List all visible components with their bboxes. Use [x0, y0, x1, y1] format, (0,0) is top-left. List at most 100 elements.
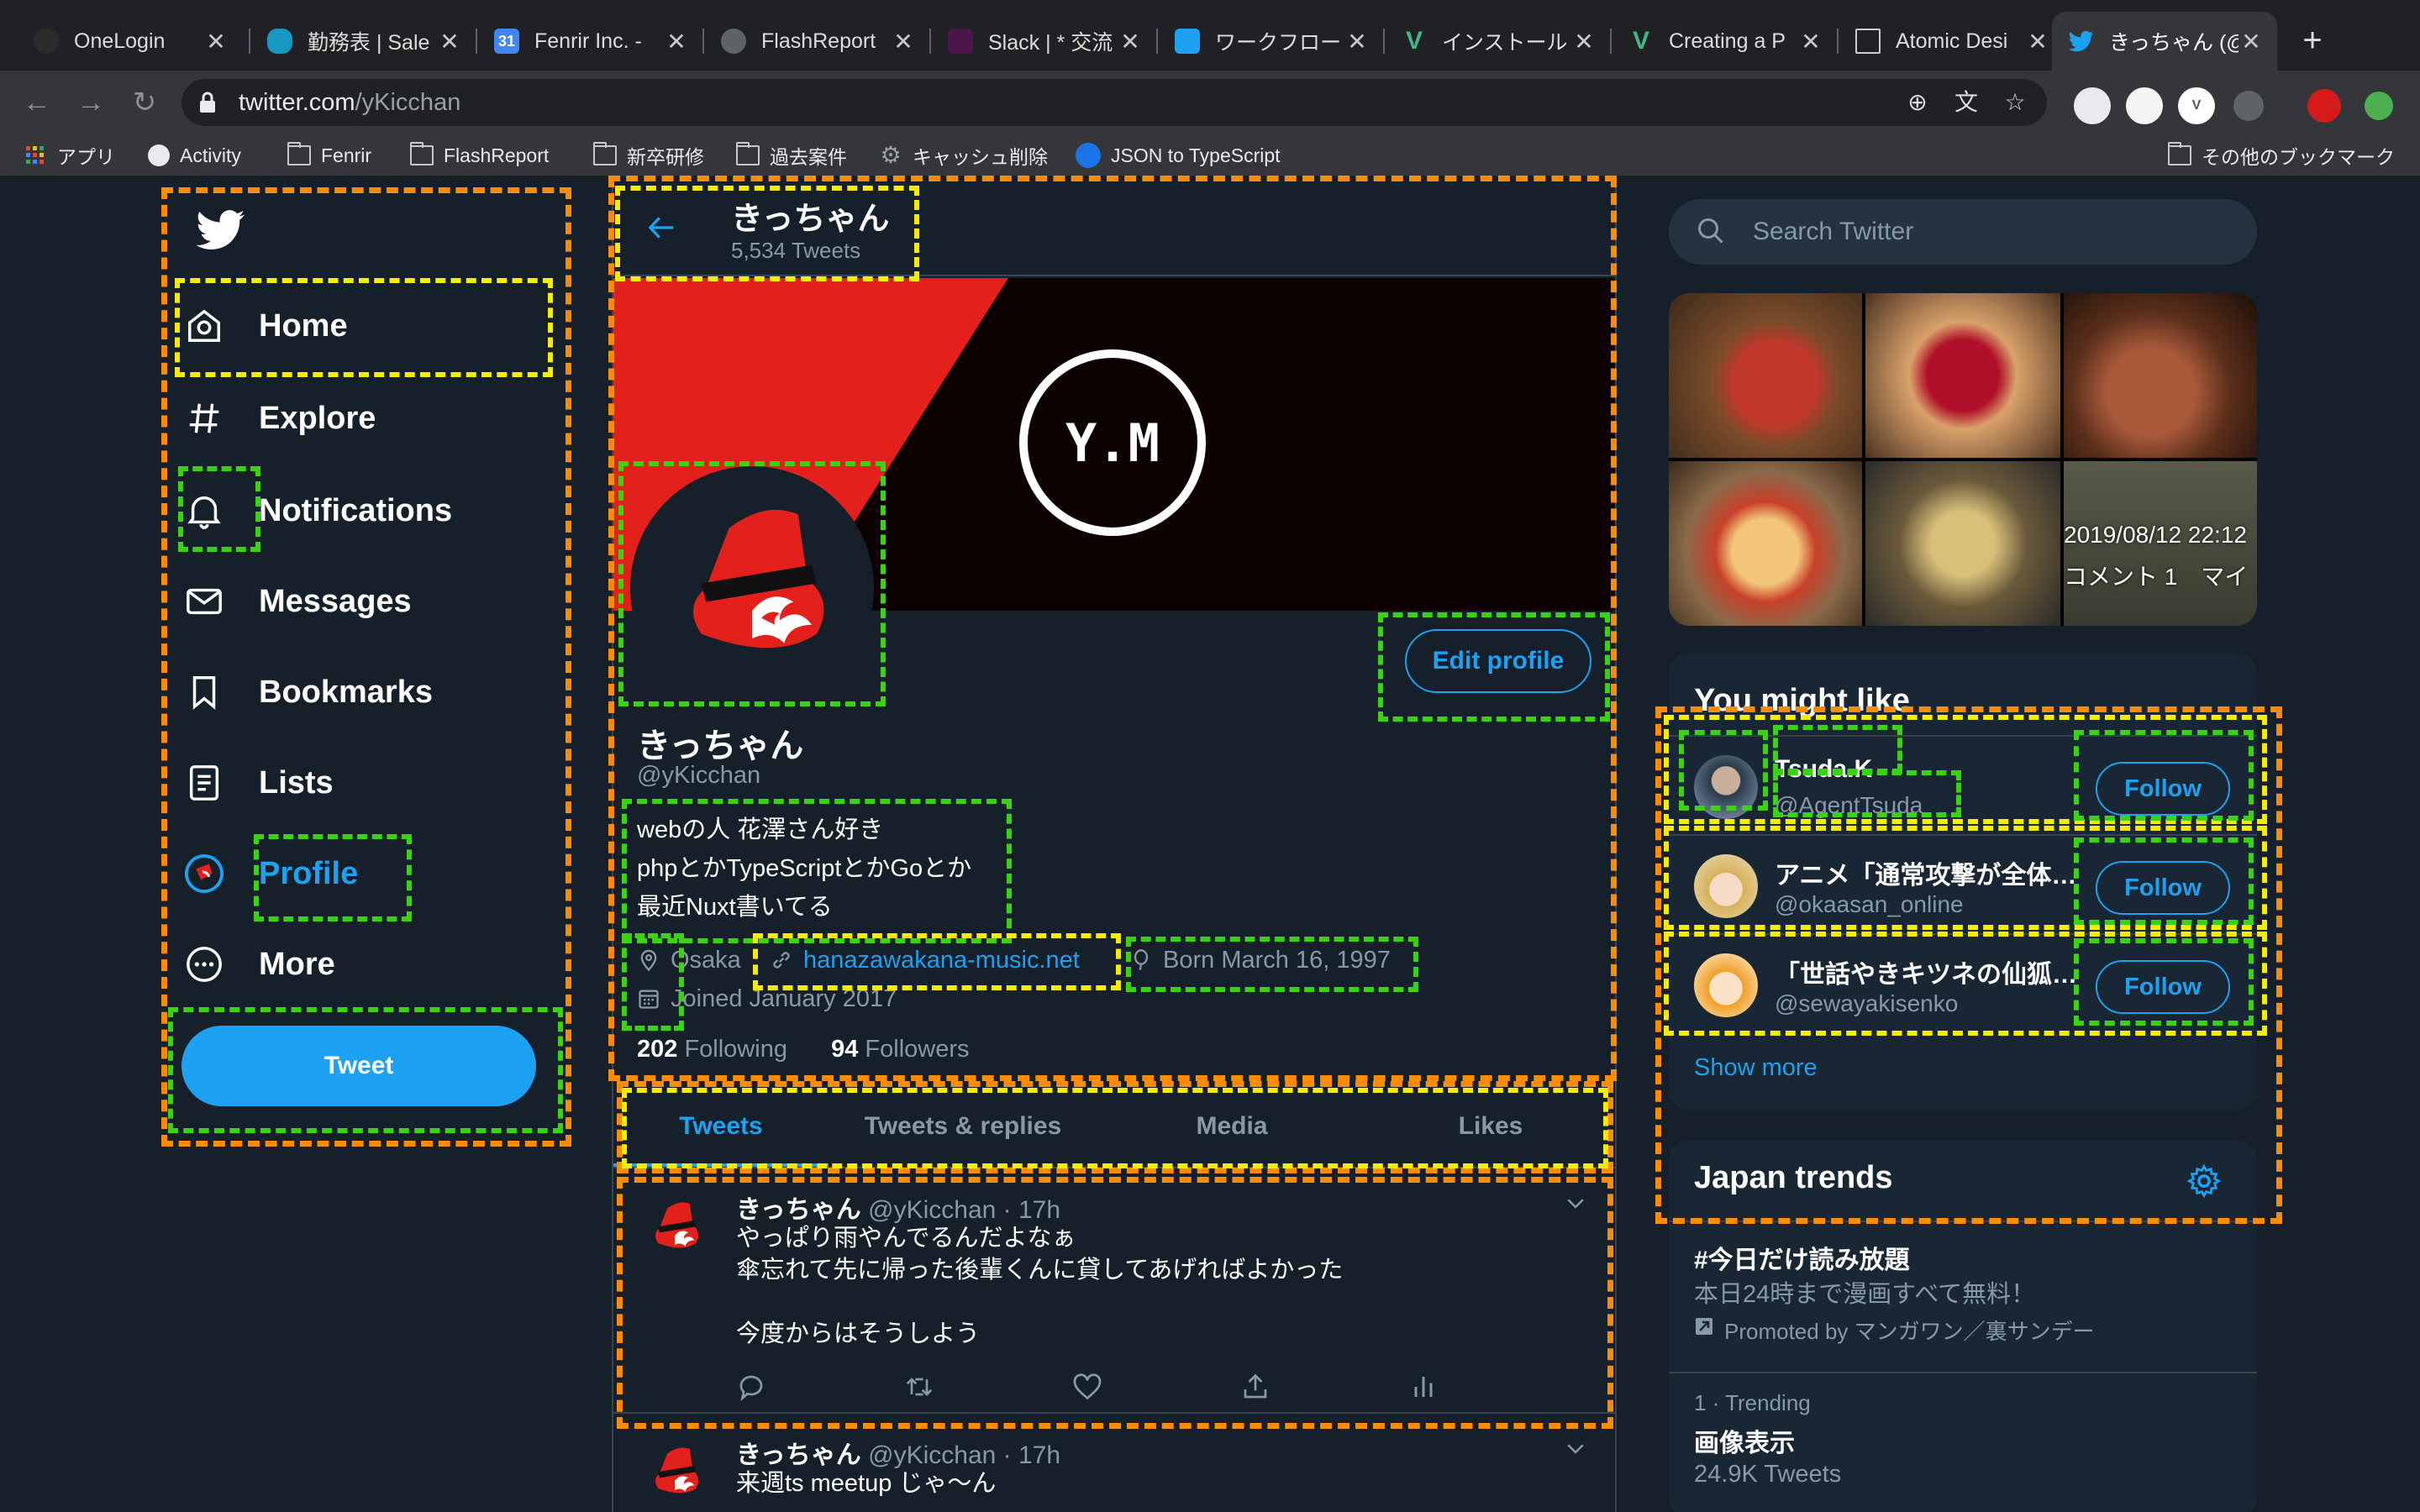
- search-input[interactable]: Search Twitter: [1753, 218, 1913, 246]
- follow-button[interactable]: Follow: [2096, 762, 2230, 816]
- close-icon[interactable]: ✕: [891, 28, 916, 55]
- browser-tab[interactable]: 勤務表 | Sale ✕: [250, 12, 476, 71]
- follow-button[interactable]: Follow: [2096, 861, 2230, 915]
- tweet[interactable]: きっちゃん @yKicchan · 17h やっぱり雨やんでるんだよなぁ 傘忘れ…: [613, 1170, 1615, 1414]
- tab-media[interactable]: Media: [1097, 1086, 1366, 1167]
- bookmark-item[interactable]: Activity: [148, 141, 241, 170]
- sidebar-item-bookmarks[interactable]: Bookmarks: [185, 654, 433, 730]
- extension-icon[interactable]: [2126, 87, 2163, 124]
- sidebar-item-more[interactable]: More: [185, 927, 335, 1002]
- bookmark-folder[interactable]: 過去案件: [736, 141, 847, 170]
- chat-extension-icon[interactable]: [2233, 91, 2264, 121]
- show-more-link[interactable]: Show more: [1694, 1054, 1818, 1082]
- browser-tab[interactable]: 31 Fenrir Inc. - ✕: [477, 12, 702, 71]
- twitter-logo-icon[interactable]: [197, 209, 245, 251]
- bookmark-folder[interactable]: 新卒研修: [593, 141, 704, 170]
- profile-avatar-icon[interactable]: [2307, 89, 2341, 123]
- suggested-user[interactable]: 「世話やきキツネの仙狐さん」 @sewayakisenko Follow: [1669, 933, 2257, 1032]
- close-icon[interactable]: ✕: [203, 28, 229, 55]
- suggested-user[interactable]: アニメ「通常攻撃が全体攻撃で二回攻撃のお母さんは好きですか？」 @okaasan…: [1669, 834, 2257, 933]
- add-icon[interactable]: ⊕: [1904, 89, 1931, 116]
- reply-icon[interactable]: [736, 1372, 766, 1402]
- back-arrow-icon[interactable]: ←: [20, 86, 54, 119]
- close-icon[interactable]: ✕: [664, 28, 689, 55]
- star-icon[interactable]: ☆: [2002, 89, 2028, 116]
- tweet[interactable]: きっちゃん @yKicchan · 17h 来週ts meetup じゃ〜ん: [613, 1415, 1615, 1512]
- close-icon[interactable]: ✕: [1571, 28, 1597, 55]
- reload-icon[interactable]: ↻: [128, 86, 161, 119]
- close-icon[interactable]: ✕: [2238, 28, 2264, 55]
- suggested-user[interactable]: Tsuda.K @AgentTsuda Follow: [1669, 735, 2257, 834]
- bookmark-item[interactable]: JSON to TypeScript: [1076, 141, 1281, 170]
- chevron-down-icon[interactable]: [1563, 1190, 1588, 1215]
- avatar[interactable]: [1694, 854, 1758, 918]
- sidebar-item-home[interactable]: Home: [185, 288, 348, 364]
- close-icon[interactable]: ✕: [1118, 28, 1143, 55]
- browser-tab[interactable]: Atomic Desi ✕: [1839, 12, 2064, 71]
- followers-link[interactable]: 94 Followers: [831, 1036, 969, 1063]
- trend-item[interactable]: 1 · Trending 画像表示 24.9K Tweets: [1669, 1372, 2257, 1512]
- follow-button[interactable]: Follow: [2096, 960, 2230, 1014]
- photo-thumbnail[interactable]: 2019/08/12 22:12 コメント 1 マイ: [2064, 461, 2257, 626]
- update-icon[interactable]: [2365, 92, 2393, 120]
- photo-thumbnail[interactable]: [1669, 293, 1862, 458]
- sidebar-item-messages[interactable]: Messages: [185, 564, 412, 639]
- close-icon[interactable]: ✕: [1798, 28, 1823, 55]
- browser-tab-active[interactable]: きっちゃん (@ ✕: [2052, 12, 2277, 71]
- chevron-down-icon[interactable]: [1563, 1436, 1588, 1461]
- following-link[interactable]: 202 Following: [637, 1036, 787, 1063]
- browser-tab[interactable]: Slack | * 交流 ✕: [931, 12, 1156, 71]
- trend-item-promoted[interactable]: #今日だけ読み放題 本日24時まで漫画すべて無料！ Promoted by マン…: [1669, 1221, 2257, 1372]
- tab-tweets[interactable]: Tweets: [613, 1086, 829, 1167]
- tab-tweets-replies[interactable]: Tweets & replies: [829, 1086, 1097, 1167]
- forward-arrow-icon[interactable]: →: [74, 86, 108, 119]
- user-name[interactable]: アニメ「通常攻撃が全体攻撃で二回攻撃のお母さんは好きですか？」: [1775, 854, 2077, 891]
- browser-tab[interactable]: ワークフロー ✕: [1158, 12, 1383, 71]
- analytics-icon[interactable]: [1408, 1372, 1439, 1402]
- bookmark-folder[interactable]: Fenrir: [287, 141, 371, 170]
- back-arrow-icon[interactable]: [645, 211, 679, 244]
- vuetify-extension-icon[interactable]: V: [2178, 87, 2215, 124]
- tab-likes[interactable]: Likes: [1366, 1086, 1615, 1167]
- sidebar-item-explore[interactable]: Explore: [185, 381, 376, 456]
- heart-icon[interactable]: [1072, 1372, 1102, 1402]
- browser-tab[interactable]: V インストール ✕: [1385, 12, 1610, 71]
- close-icon[interactable]: ✕: [1344, 28, 1370, 55]
- address-bar[interactable]: twitter.com/yKicchan ⊕ 文 ☆: [182, 79, 2047, 126]
- retweet-icon[interactable]: [904, 1372, 934, 1402]
- browser-tab[interactable]: V Creating a P ✕: [1612, 12, 1837, 71]
- translate-icon[interactable]: 文: [1953, 89, 1980, 116]
- search-box[interactable]: Search Twitter: [1669, 199, 2257, 265]
- new-tab-icon[interactable]: +: [2294, 22, 2331, 59]
- close-icon[interactable]: ✕: [2025, 28, 2050, 55]
- photo-thumbnail[interactable]: [1865, 461, 2060, 626]
- close-icon[interactable]: ✕: [437, 28, 462, 55]
- avatar[interactable]: [1694, 755, 1758, 819]
- user-name[interactable]: 「世話やきキツネの仙狐さん」: [1775, 953, 2077, 990]
- sidebar-item-profile[interactable]: Profile: [185, 836, 358, 911]
- sidebar-item-lists[interactable]: Lists: [185, 745, 334, 821]
- tweet-author-name[interactable]: きっちゃん: [736, 1441, 861, 1469]
- tweet-avatar[interactable]: [637, 1436, 713, 1511]
- profile-website-link[interactable]: hanazawakana-music.net: [770, 943, 1080, 977]
- browser-tab[interactable]: FlashReport ✕: [704, 12, 929, 71]
- photo-thumbnail[interactable]: [1669, 461, 1862, 626]
- profile-avatar[interactable]: [630, 466, 874, 710]
- bookmark-other-folder[interactable]: その他のブックマーク: [2168, 141, 2395, 170]
- avatar[interactable]: [1694, 953, 1758, 1017]
- user-name[interactable]: Tsuda.K: [1775, 755, 2077, 784]
- website-text[interactable]: hanazawakana-music.net: [803, 947, 1080, 974]
- tweet-avatar[interactable]: [637, 1190, 713, 1266]
- bookmark-item[interactable]: ⚙ キャッシュ削除: [879, 141, 1048, 170]
- sidebar-item-notifications[interactable]: Notifications: [185, 473, 452, 549]
- extension-icon[interactable]: [2074, 87, 2111, 124]
- share-icon[interactable]: [1240, 1372, 1270, 1402]
- bookmark-apps[interactable]: アプリ: [24, 141, 115, 170]
- gear-icon[interactable]: [2186, 1163, 2222, 1199]
- bookmark-folder[interactable]: FlashReport: [410, 141, 549, 170]
- tweet-button[interactable]: Tweet: [182, 1026, 536, 1106]
- tweet-author-name[interactable]: きっちゃん: [736, 1196, 861, 1224]
- photo-thumbnail[interactable]: [1865, 293, 2060, 458]
- edit-profile-button[interactable]: Edit profile: [1405, 629, 1591, 693]
- browser-tab[interactable]: OneLogin ✕: [17, 12, 242, 71]
